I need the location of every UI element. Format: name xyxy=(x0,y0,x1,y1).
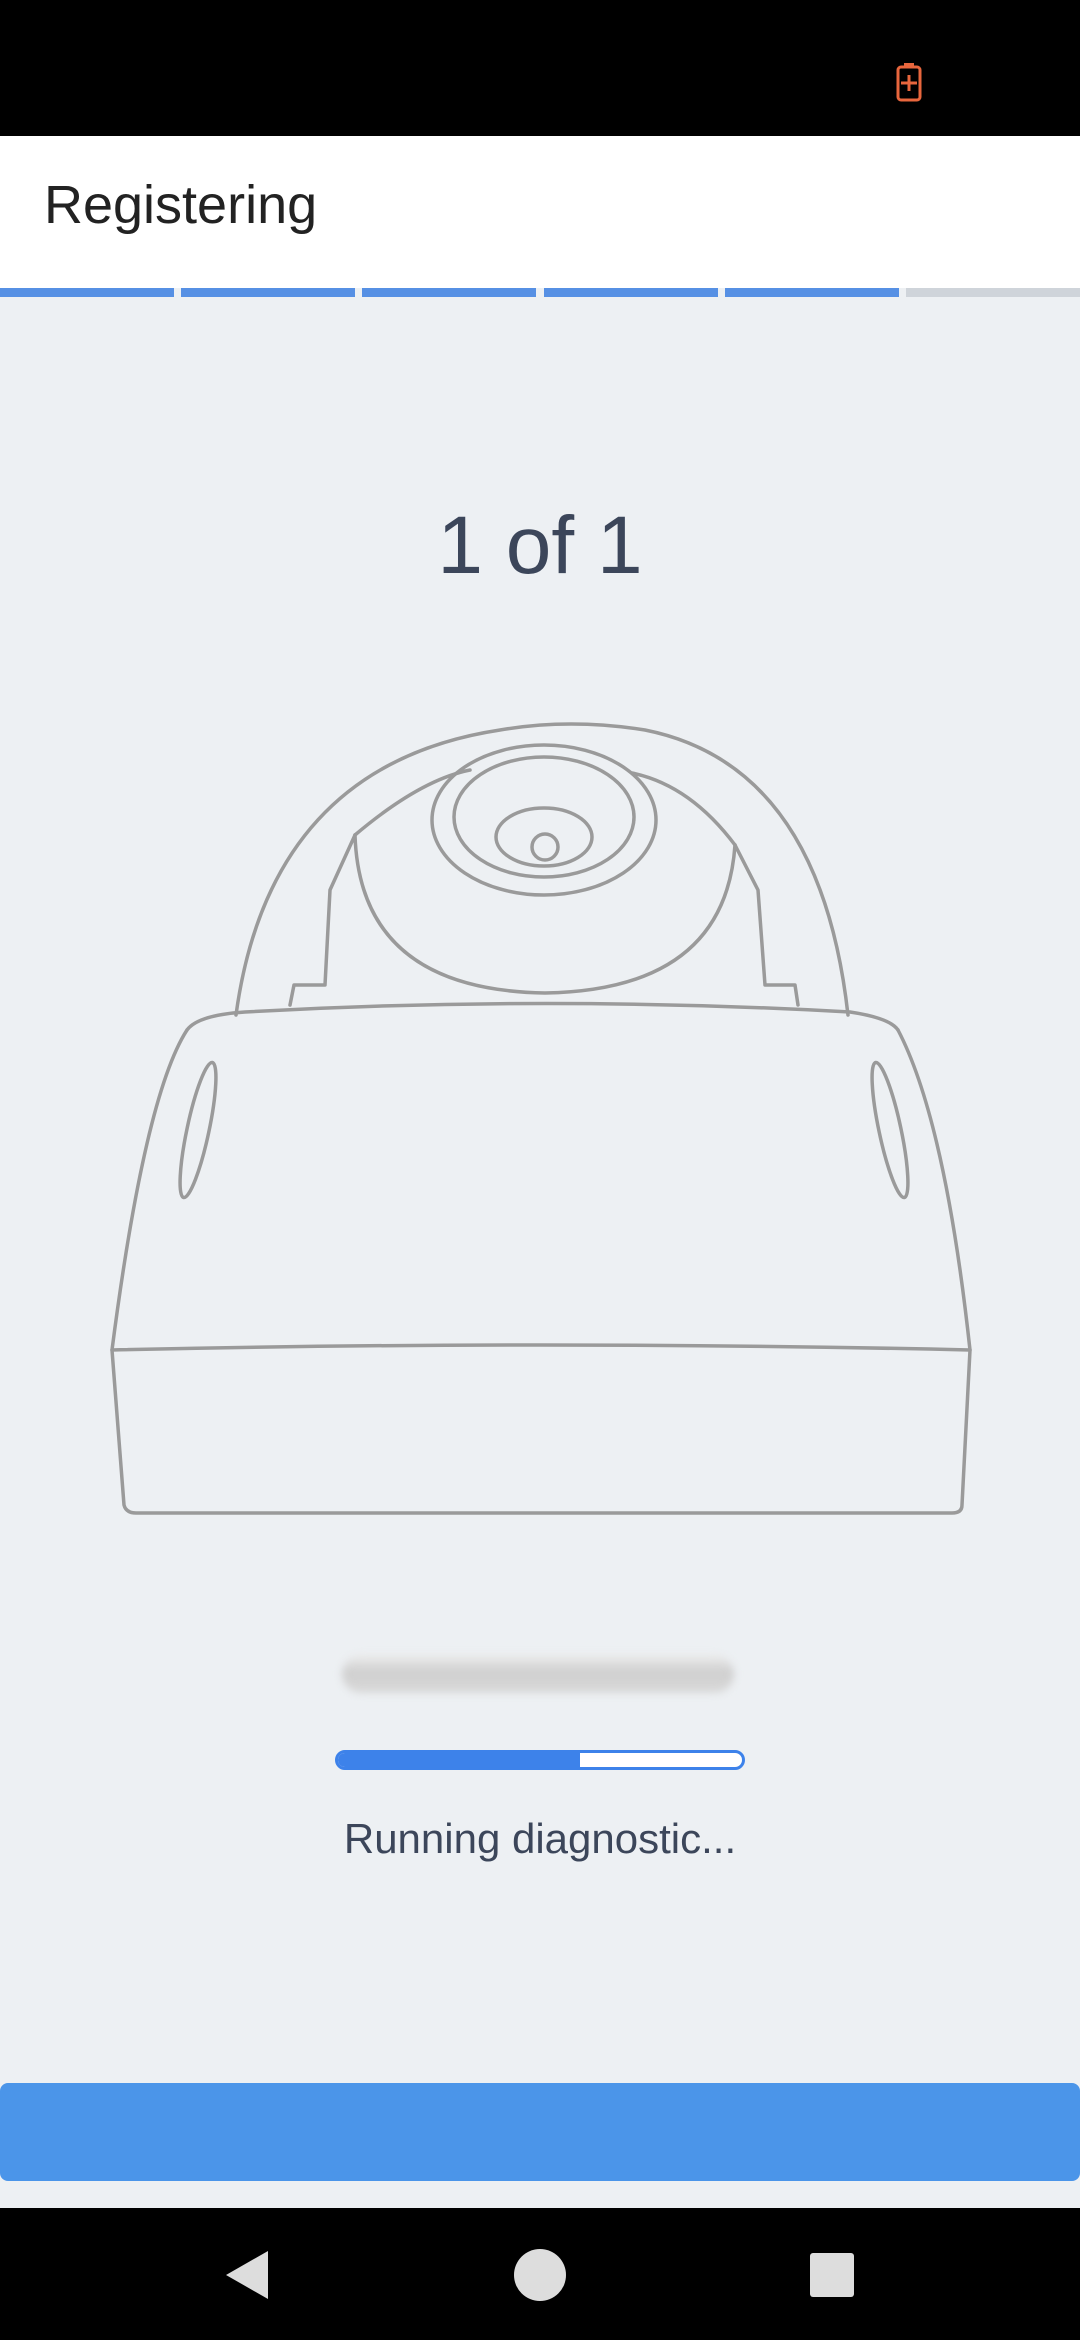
step-segment xyxy=(724,288,899,297)
status-bar xyxy=(0,0,1080,136)
step-segment xyxy=(905,288,1080,297)
progress-fill xyxy=(338,1753,581,1767)
step-segment xyxy=(181,288,356,297)
page-title: Registering xyxy=(44,175,318,235)
recents-icon[interactable] xyxy=(802,2245,862,2305)
dome-camera-illustration xyxy=(110,722,972,1515)
step-segment xyxy=(543,288,718,297)
back-icon[interactable] xyxy=(218,2245,278,2305)
home-icon[interactable] xyxy=(510,2245,570,2305)
device-counter: 1 of 1 xyxy=(437,500,643,591)
step-segment xyxy=(362,288,537,297)
step-segment xyxy=(0,288,175,297)
status-text: Running diagnostic... xyxy=(343,1815,737,1862)
battery-charging-icon xyxy=(896,63,922,102)
device-name xyxy=(342,1655,734,1693)
continue-button[interactable] xyxy=(0,2083,1080,2181)
diagnostic-progress-bar xyxy=(335,1750,745,1770)
